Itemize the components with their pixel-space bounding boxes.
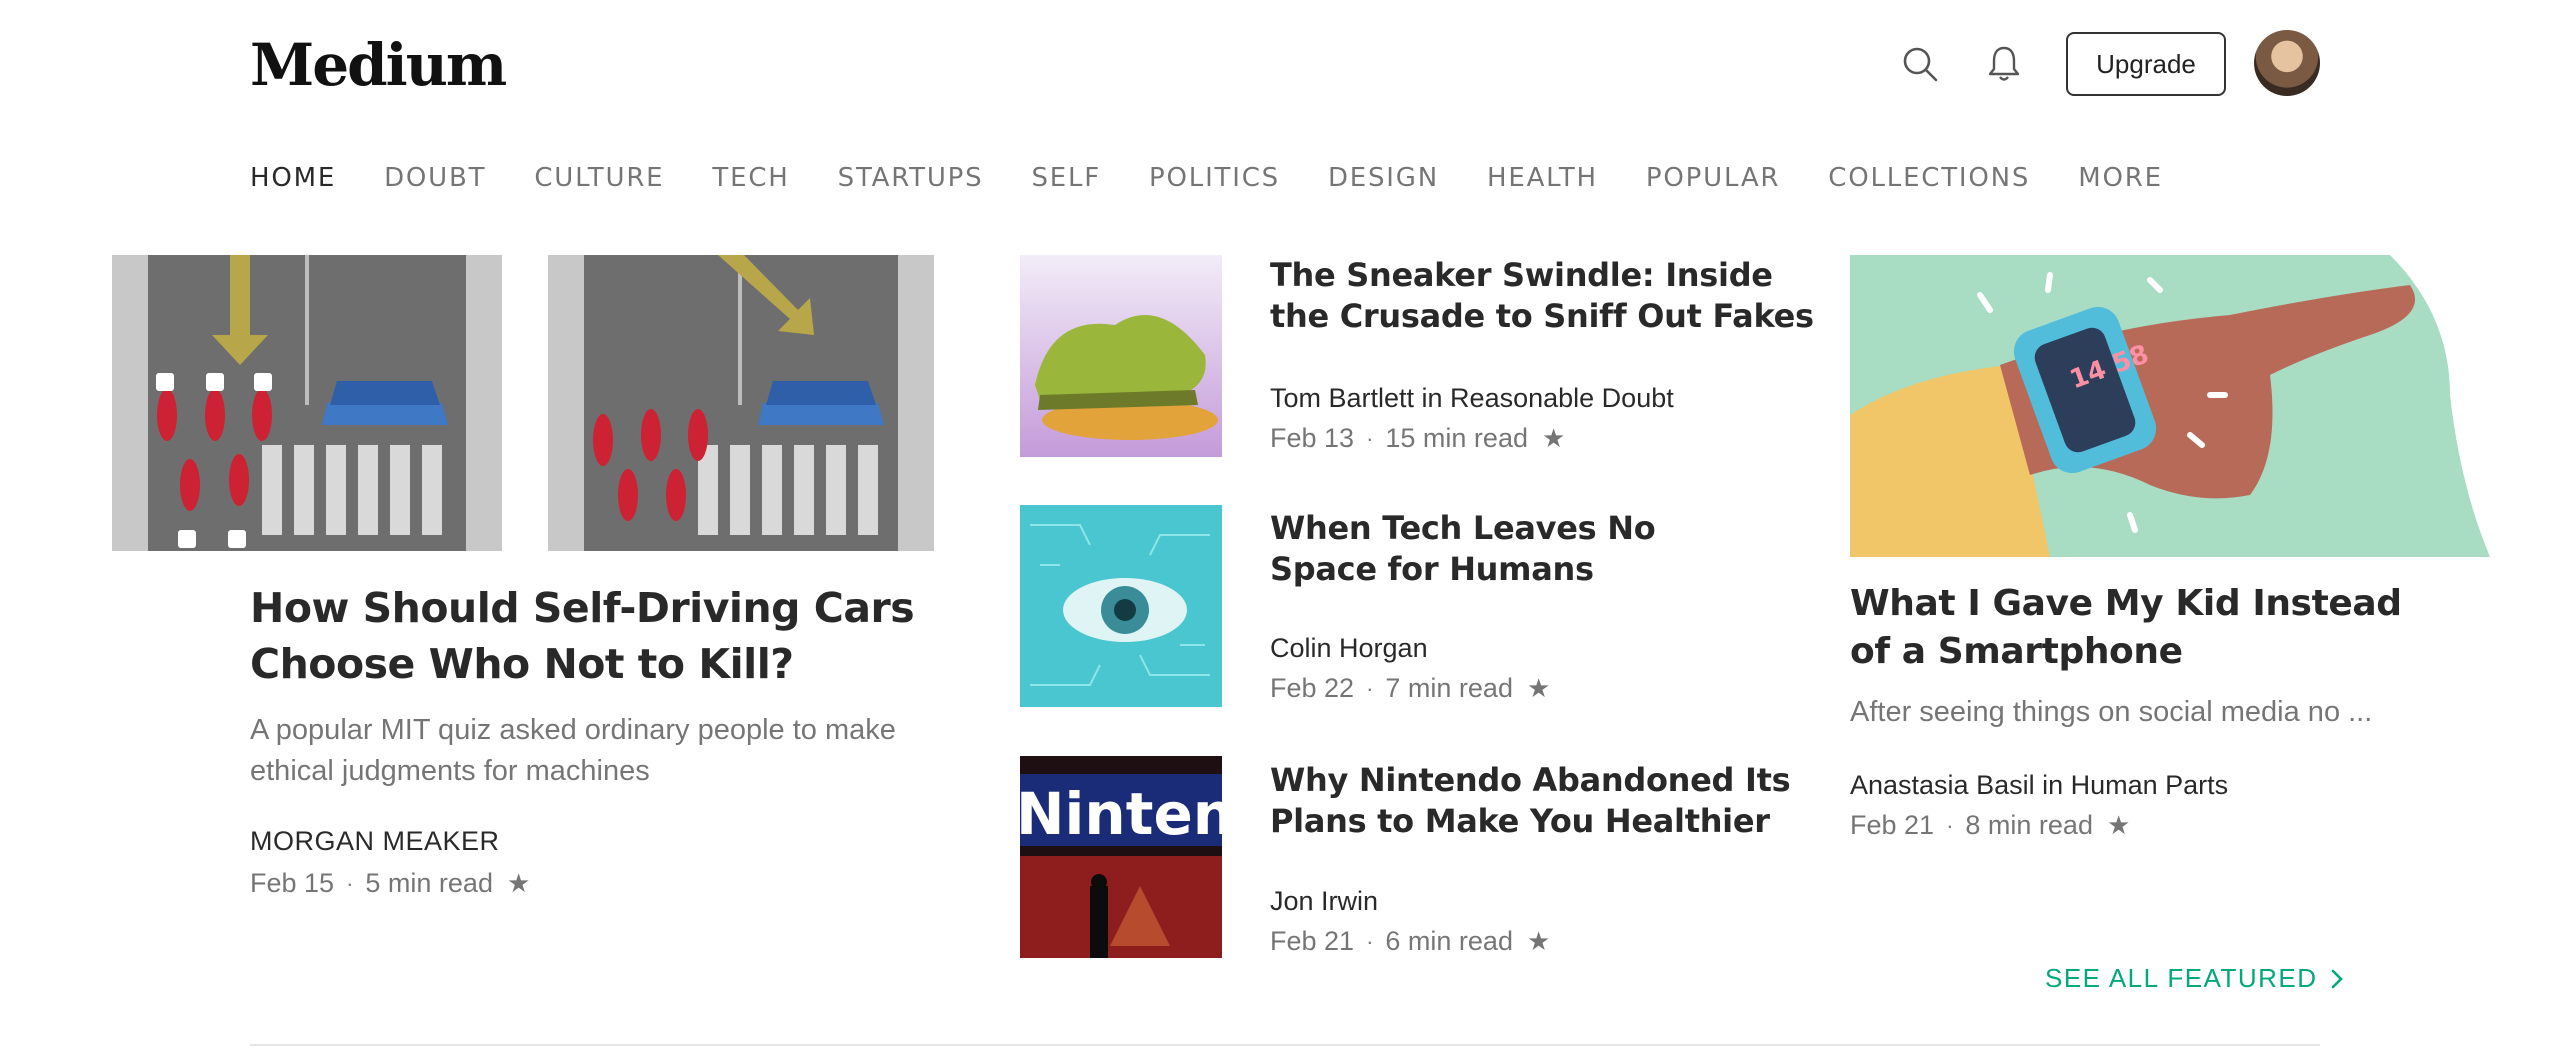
chevron-right-icon xyxy=(2331,969,2343,988)
see-all-label: SEE ALL FEATURED xyxy=(2045,963,2318,993)
separator-dot: · xyxy=(346,870,354,896)
right-story-author[interactable]: Anastasia Basil in Human Parts xyxy=(1850,770,2228,801)
star-icon: ★ xyxy=(1526,926,1551,956)
nav-item-tech[interactable]: TECH xyxy=(712,160,789,196)
nintendo-thumbnail[interactable]: Nintend xyxy=(1020,756,1222,958)
lead-story-author[interactable]: MORGAN MEAKER xyxy=(250,826,500,857)
search-icon[interactable] xyxy=(1898,42,1942,86)
right-story-subtitle[interactable]: After seeing things on social media no .… xyxy=(1850,696,2410,729)
nav-item-doubt[interactable]: DOUBT xyxy=(384,160,486,196)
story-meta: Feb 21 · 6 min read ★ xyxy=(1270,926,1550,957)
read-time: 7 min read xyxy=(1385,673,1513,703)
nav-item-culture[interactable]: CULTURE xyxy=(534,160,664,196)
bell-icon[interactable] xyxy=(1982,42,2026,86)
star-icon: ★ xyxy=(1541,423,1566,453)
story-meta: Feb 22 · 7 min read ★ xyxy=(1270,673,1550,704)
star-icon: ★ xyxy=(1526,673,1551,703)
story-author[interactable]: Colin Horgan xyxy=(1270,633,1428,664)
nav-item-self[interactable]: SELF xyxy=(1031,160,1101,196)
story-author[interactable]: Jon Irwin xyxy=(1270,886,1378,917)
star-icon: ★ xyxy=(2106,810,2131,840)
right-story-title[interactable]: What I Gave My Kid Instead of a Smartpho… xyxy=(1850,580,2450,676)
medium-logo[interactable]: Medium xyxy=(250,30,507,100)
story-author[interactable]: Tom Bartlett in Reasonable Doubt xyxy=(1270,383,1674,414)
story-title[interactable]: The Sneaker Swindle: Inside the Crusade … xyxy=(1270,255,1830,337)
nav-item-health[interactable]: HEALTH xyxy=(1487,160,1598,196)
story-title[interactable]: When Tech Leaves No Space for Humans xyxy=(1270,508,1750,590)
lead-story-meta: Feb 15 · 5 min read ★ xyxy=(250,868,530,899)
date: Feb 21 xyxy=(1270,926,1355,956)
separator-dot: · xyxy=(1366,928,1374,954)
nav-item-design[interactable]: DESIGN xyxy=(1328,160,1439,196)
see-all-featured-link[interactable]: SEE ALL FEATURED xyxy=(2045,963,2344,994)
topic-nav: HOME DOUBT CULTURE TECH STARTUPS SELF PO… xyxy=(250,160,2211,196)
nav-item-collections[interactable]: COLLECTIONS xyxy=(1828,160,2030,196)
read-time: 8 min read xyxy=(1965,810,2093,840)
nav-item-politics[interactable]: POLITICS xyxy=(1149,160,1280,196)
story-title[interactable]: Why Nintendo Abandoned Its Plans to Make… xyxy=(1270,760,1830,842)
right-story-meta: Feb 21 · 8 min read ★ xyxy=(1850,810,2130,841)
date: Feb 15 xyxy=(250,868,335,898)
lead-story-subtitle[interactable]: A popular MIT quiz asked ordinary people… xyxy=(250,710,930,792)
avatar[interactable] xyxy=(2254,30,2320,96)
nav-item-startups[interactable]: STARTUPS xyxy=(838,160,984,196)
read-time: 15 min read xyxy=(1385,423,1528,453)
lead-story-title[interactable]: How Should Self-Driving Cars Choose Who … xyxy=(250,580,970,692)
nav-item-more[interactable]: MORE xyxy=(2078,160,2163,196)
upgrade-button[interactable]: Upgrade xyxy=(2066,32,2226,96)
story-meta: Feb 13 · 15 min read ★ xyxy=(1270,423,1565,454)
read-time: 6 min read xyxy=(1385,926,1513,956)
star-icon: ★ xyxy=(506,868,531,898)
eye-circuit-thumbnail[interactable] xyxy=(1020,505,1222,707)
smartwatch-illustration[interactable]: 14 58 xyxy=(1850,255,2498,557)
nav-item-home[interactable]: HOME xyxy=(250,160,336,196)
separator-dot: · xyxy=(1366,425,1374,451)
date: Feb 13 xyxy=(1270,423,1355,453)
separator-dot: · xyxy=(1946,812,1954,838)
nav-item-popular[interactable]: POPULAR xyxy=(1646,160,1780,196)
sneaker-thumbnail[interactable] xyxy=(1020,255,1222,457)
lead-story-image[interactable] xyxy=(112,255,934,551)
separator-dot: · xyxy=(1366,675,1374,701)
nintendo-image-text: Nintend xyxy=(1020,780,1222,848)
section-divider xyxy=(250,1044,2320,1046)
date: Feb 22 xyxy=(1270,673,1355,703)
read-time: 5 min read xyxy=(365,868,493,898)
date: Feb 21 xyxy=(1850,810,1935,840)
